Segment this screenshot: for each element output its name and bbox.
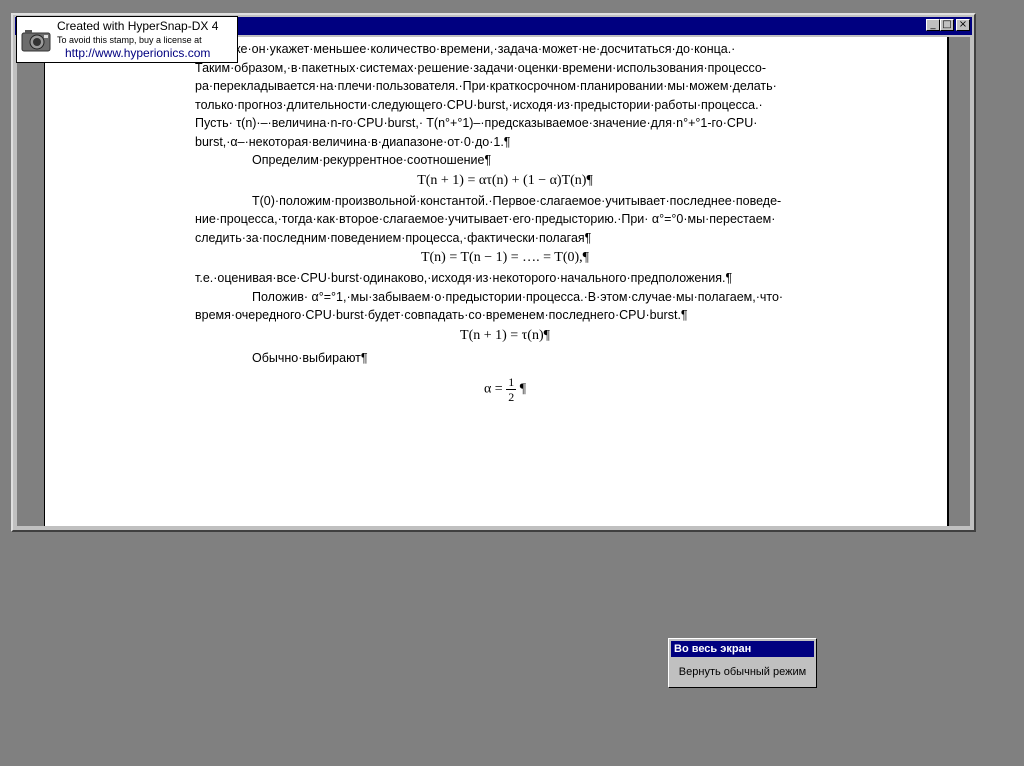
paragraph-line: Положив· α°=°1,·мы·забываем·о·предыстори…	[252, 289, 784, 304]
stamp-notice: To avoid this stamp, buy a license at	[57, 35, 202, 45]
maximize-button[interactable]: □	[940, 19, 954, 31]
equation-2: T(n) = T(n − 1) = …. = T(0),¶	[420, 250, 590, 265]
restore-normal-mode-button[interactable]: Вернуть обычный режим	[671, 659, 814, 685]
paragraph-line: Пусть· τ(n)·–·величина·n-го·CPU·burst,· …	[195, 116, 758, 130]
fullscreen-toolbar-title[interactable]: Во весь экран	[671, 641, 814, 657]
equation-4-lhs: α =	[483, 381, 503, 397]
fullscreen-toolbar: Во весь экран Вернуть обычный режим	[668, 638, 817, 688]
fraction: 1 2	[506, 375, 517, 404]
close-button[interactable]: ×	[956, 19, 970, 31]
pilcrow: ¶	[519, 381, 527, 397]
paragraph-recurrence: Определим·рекуррентное·соотношение¶	[252, 153, 492, 167]
paragraph-line: ра·перекладывается·на·плечи·пользователя…	[195, 79, 777, 93]
stamp-title: Created with HyperSnap-DX 4	[57, 19, 219, 33]
paragraph-line: время·очередного·CPU·burst·будет·совпада…	[195, 308, 688, 322]
equation-3: T(n + 1) = τ(n)¶	[460, 327, 550, 343]
hypersnap-stamp: Created with HyperSnap-DX 4 To avoid thi…	[16, 16, 238, 63]
fraction-denominator: 2	[508, 390, 515, 404]
stamp-url[interactable]: http://www.hyperionics.com	[65, 46, 210, 60]
document-page[interactable]: …сли·же·он·укажет·меньшее·количество·вре…	[44, 37, 949, 526]
window-controls: _ □ ×	[926, 19, 970, 31]
document-window: _ □ × …сли·же·он·укажет·меньшее·количест…	[11, 13, 976, 532]
paragraph-line: ние·процесса,·тогда·как·второе·слагаемое…	[195, 212, 776, 226]
paragraph-line: т.е.·оценивая·все·CPU·burst·одинаково,·и…	[195, 271, 733, 285]
equation-4: α = 1 2 ¶	[195, 375, 815, 404]
paragraph-line: T(0)·положим·произвольной·константой.·Пе…	[252, 193, 782, 208]
camera-icon	[21, 30, 51, 52]
paragraph-line: Таким·образом,·в·пакетных·системах·решен…	[195, 60, 767, 75]
minimize-button[interactable]: _	[926, 19, 940, 31]
paragraph-line: …сли·же·он·укажет·меньшее·количество·вре…	[195, 42, 736, 56]
paragraph-choose: Обычно·выбирают¶	[252, 350, 368, 365]
paragraph-line: следить·за·последним·поведением·процесса…	[195, 230, 592, 245]
document-client-area: …сли·же·он·укажет·меньшее·количество·вре…	[17, 37, 970, 526]
paragraph-line: только·прогноз·длительности·следующего·C…	[195, 97, 763, 112]
fraction-numerator: 1	[506, 375, 517, 390]
equation-1: T(n + 1) = ατ(n) + (1 − α)T(n)¶	[417, 172, 593, 188]
paragraph-line: burst,·α–·некоторая·величина·в·диапазоне…	[195, 134, 511, 149]
document-text[interactable]: …сли·же·он·укажет·меньшее·количество·вре…	[195, 40, 815, 404]
